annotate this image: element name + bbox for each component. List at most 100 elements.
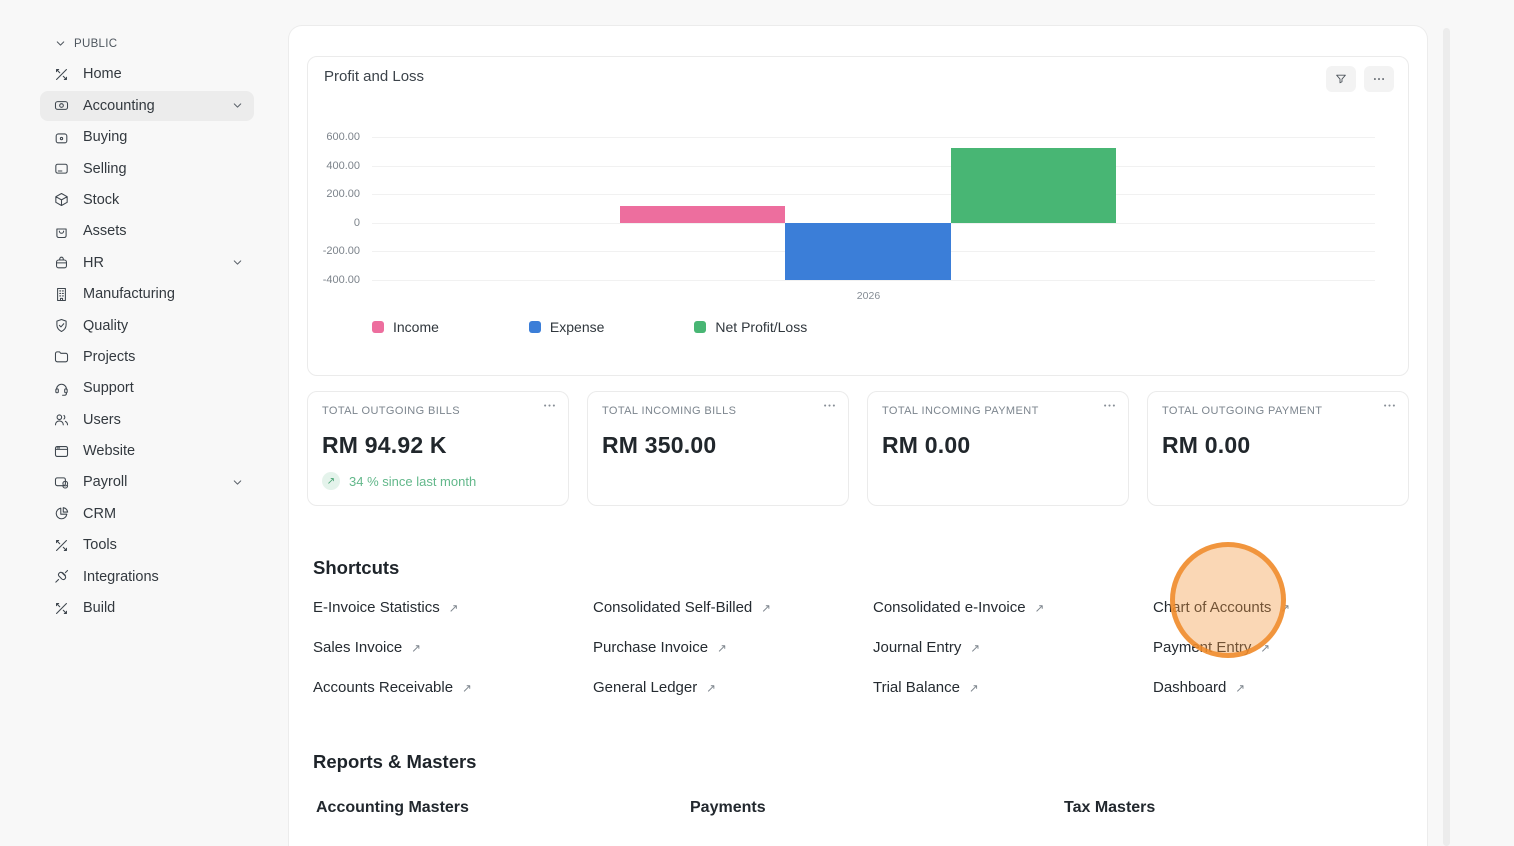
shortcut-cell: General Ledger ↗	[593, 679, 873, 697]
shortcut-link-journal-entry[interactable]: Journal Entry ↗	[873, 639, 980, 656]
external-link-icon: ↗	[717, 642, 727, 655]
shortcut-link-dashboard[interactable]: Dashboard ↗	[1153, 679, 1245, 696]
sidebar-item-buying[interactable]: Buying	[40, 122, 254, 152]
sidebar-item-assets[interactable]: Assets	[40, 216, 254, 246]
legend-swatch	[694, 321, 707, 333]
stat-card-label: TOTAL INCOMING PAYMENT	[882, 405, 1039, 417]
chart-legend: Income Expense Net Profit/Loss	[372, 319, 807, 335]
y-axis-tick: 0	[353, 216, 360, 229]
stat-card-total-incoming-bills: TOTAL INCOMING BILLS RM 350.00	[587, 391, 849, 506]
card-menu-button[interactable]	[538, 398, 560, 416]
sidebar-item-home[interactable]: Home	[40, 59, 254, 89]
shortcut-label: Purchase Invoice	[593, 639, 709, 656]
filter-button[interactable]	[1326, 66, 1356, 92]
stat-card-total-outgoing-bills: TOTAL OUTGOING BILLS RM 94.92 K ↗ 34 % sinc…	[307, 391, 569, 506]
projects-icon	[54, 351, 69, 363]
external-link-icon: ↗	[462, 682, 472, 695]
sidebar-item-selling[interactable]: Selling	[40, 154, 254, 184]
sidebar-item-label: Assets	[83, 223, 127, 240]
scrollbar-thumb[interactable]	[1443, 28, 1450, 846]
shortcut-cell: Purchase Invoice ↗	[593, 639, 873, 657]
shortcut-link-payment-entry[interactable]: Payment Entry ↗	[1153, 639, 1270, 656]
sidebar-item-build[interactable]: Build	[40, 593, 254, 623]
sidebar-item-tools[interactable]: Tools	[40, 530, 254, 560]
sidebar-item-stock[interactable]: Stock	[40, 185, 254, 215]
shortcut-label: Journal Entry	[873, 639, 962, 656]
sidebar-item-payroll[interactable]: Payroll	[40, 467, 254, 497]
ellipsis-icon	[823, 404, 835, 407]
shortcut-cell: Sales Invoice ↗	[313, 639, 593, 657]
card-menu-button[interactable]	[818, 398, 840, 416]
sidebar-item-accounting[interactable]: Accounting	[40, 90, 254, 121]
home-icon	[56, 68, 67, 80]
shortcut-label: Chart of Accounts	[1153, 599, 1272, 616]
trend-badge: ↗ 34 % since last month	[322, 472, 554, 490]
shortcut-link-consolidated-e-invoice[interactable]: Consolidated e-Invoice ↗	[873, 599, 1044, 616]
sidebar-item-crm[interactable]: CRM	[40, 499, 254, 529]
shortcut-link-accounts-receivable[interactable]: Accounts Receivable ↗	[313, 679, 472, 696]
shortcut-link-purchase-invoice[interactable]: Purchase Invoice ↗	[593, 639, 727, 656]
sidebar-item-manufacturing[interactable]: Manufacturing	[40, 279, 254, 309]
sidebar-item-label: Support	[83, 380, 134, 397]
shortcut-link-sales-invoice[interactable]: Sales Invoice ↗	[313, 639, 421, 656]
payroll-icon	[54, 477, 69, 489]
tools-icon	[56, 539, 67, 551]
sidebar-item-label: Stock	[83, 191, 120, 208]
sidebar-item-label: Projects	[83, 348, 136, 365]
bar-chart-plot: 600.00 400.00 200.00 0 -200.00 -400.00 2026	[323, 131, 1375, 302]
shortcut-cell: Journal Entry ↗	[873, 639, 1153, 657]
legend-swatch	[372, 321, 384, 333]
chart-menu-button[interactable]	[1364, 66, 1394, 92]
sidebar-item-integrations[interactable]: Integrations	[40, 562, 254, 592]
website-icon	[54, 445, 69, 457]
ellipsis-icon	[1373, 78, 1385, 80]
sidebar-item-label: HR	[83, 254, 104, 271]
support-icon	[55, 383, 68, 396]
integrations-icon	[55, 570, 69, 583]
shortcut-label: Consolidated e-Invoice	[873, 599, 1026, 616]
sidebar-section-public[interactable]: PUBLIC	[0, 0, 288, 58]
sidebar-item-label: CRM	[83, 505, 117, 522]
stock-icon	[55, 193, 68, 207]
sidebar-item-hr[interactable]: HR	[40, 248, 254, 278]
chevron-down-icon	[56, 41, 65, 46]
shortcut-label: E-Invoice Statistics	[313, 599, 440, 616]
sidebar: PUBLIC Home Accounting Buying Selling Stock A…	[0, 0, 288, 846]
shortcut-cell: Dashboard ↗	[1153, 679, 1433, 697]
shortcut-cell: Chart of Accounts ↗	[1153, 599, 1433, 617]
sidebar-item-label: Buying	[83, 129, 128, 146]
shortcut-link-general-ledger[interactable]: General Ledger ↗	[593, 679, 716, 696]
legend-item-net-profit-loss: Net Profit/Loss	[694, 319, 807, 335]
sidebar-item-label: Quality	[83, 317, 129, 334]
ellipsis-icon	[1103, 404, 1115, 407]
external-link-icon: ↗	[706, 682, 716, 695]
sidebar-section-label: PUBLIC	[74, 37, 118, 50]
sidebar-item-support[interactable]: Support	[40, 373, 254, 403]
bar-income	[619, 205, 786, 223]
legend-item-income: Income	[372, 319, 439, 335]
card-menu-button[interactable]	[1378, 398, 1400, 416]
gridline: 200.00	[326, 188, 1375, 200]
sidebar-item-website[interactable]: Website	[40, 436, 254, 466]
external-link-icon: ↗	[761, 602, 771, 615]
stat-card-total-outgoing-payment: TOTAL OUTGOING PAYMENT RM 0.00	[1147, 391, 1409, 506]
shortcut-label: General Ledger	[593, 679, 698, 696]
report-group-payments: Payments	[690, 799, 766, 816]
sidebar-item-label: Selling	[83, 160, 127, 177]
shortcut-link-chart-of-accounts[interactable]: Chart of Accounts ↗	[1153, 599, 1290, 616]
shortcut-link-e-invoice-statistics[interactable]: E-Invoice Statistics ↗	[313, 599, 458, 616]
accounting-icon	[54, 101, 69, 111]
reports-masters-grid: Accounting Masters Payments Tax Masters	[316, 799, 1438, 817]
ellipsis-icon	[543, 404, 555, 407]
shortcut-link-consolidated-self-billed[interactable]: Consolidated Self-Billed ↗	[593, 599, 771, 616]
sidebar-item-users[interactable]: Users	[40, 405, 254, 435]
card-menu-button[interactable]	[1098, 398, 1120, 416]
stat-card-label: TOTAL INCOMING BILLS	[602, 405, 737, 417]
shortcut-label: Trial Balance	[873, 679, 960, 696]
filter-icon	[1336, 74, 1346, 84]
shortcut-link-trial-balance[interactable]: Trial Balance ↗	[873, 679, 979, 696]
shortcut-cell: Accounts Receivable ↗	[313, 679, 593, 697]
chart-title: Profit and Loss	[324, 68, 425, 85]
sidebar-item-quality[interactable]: Quality	[40, 311, 254, 341]
sidebar-item-projects[interactable]: Projects	[40, 342, 254, 372]
